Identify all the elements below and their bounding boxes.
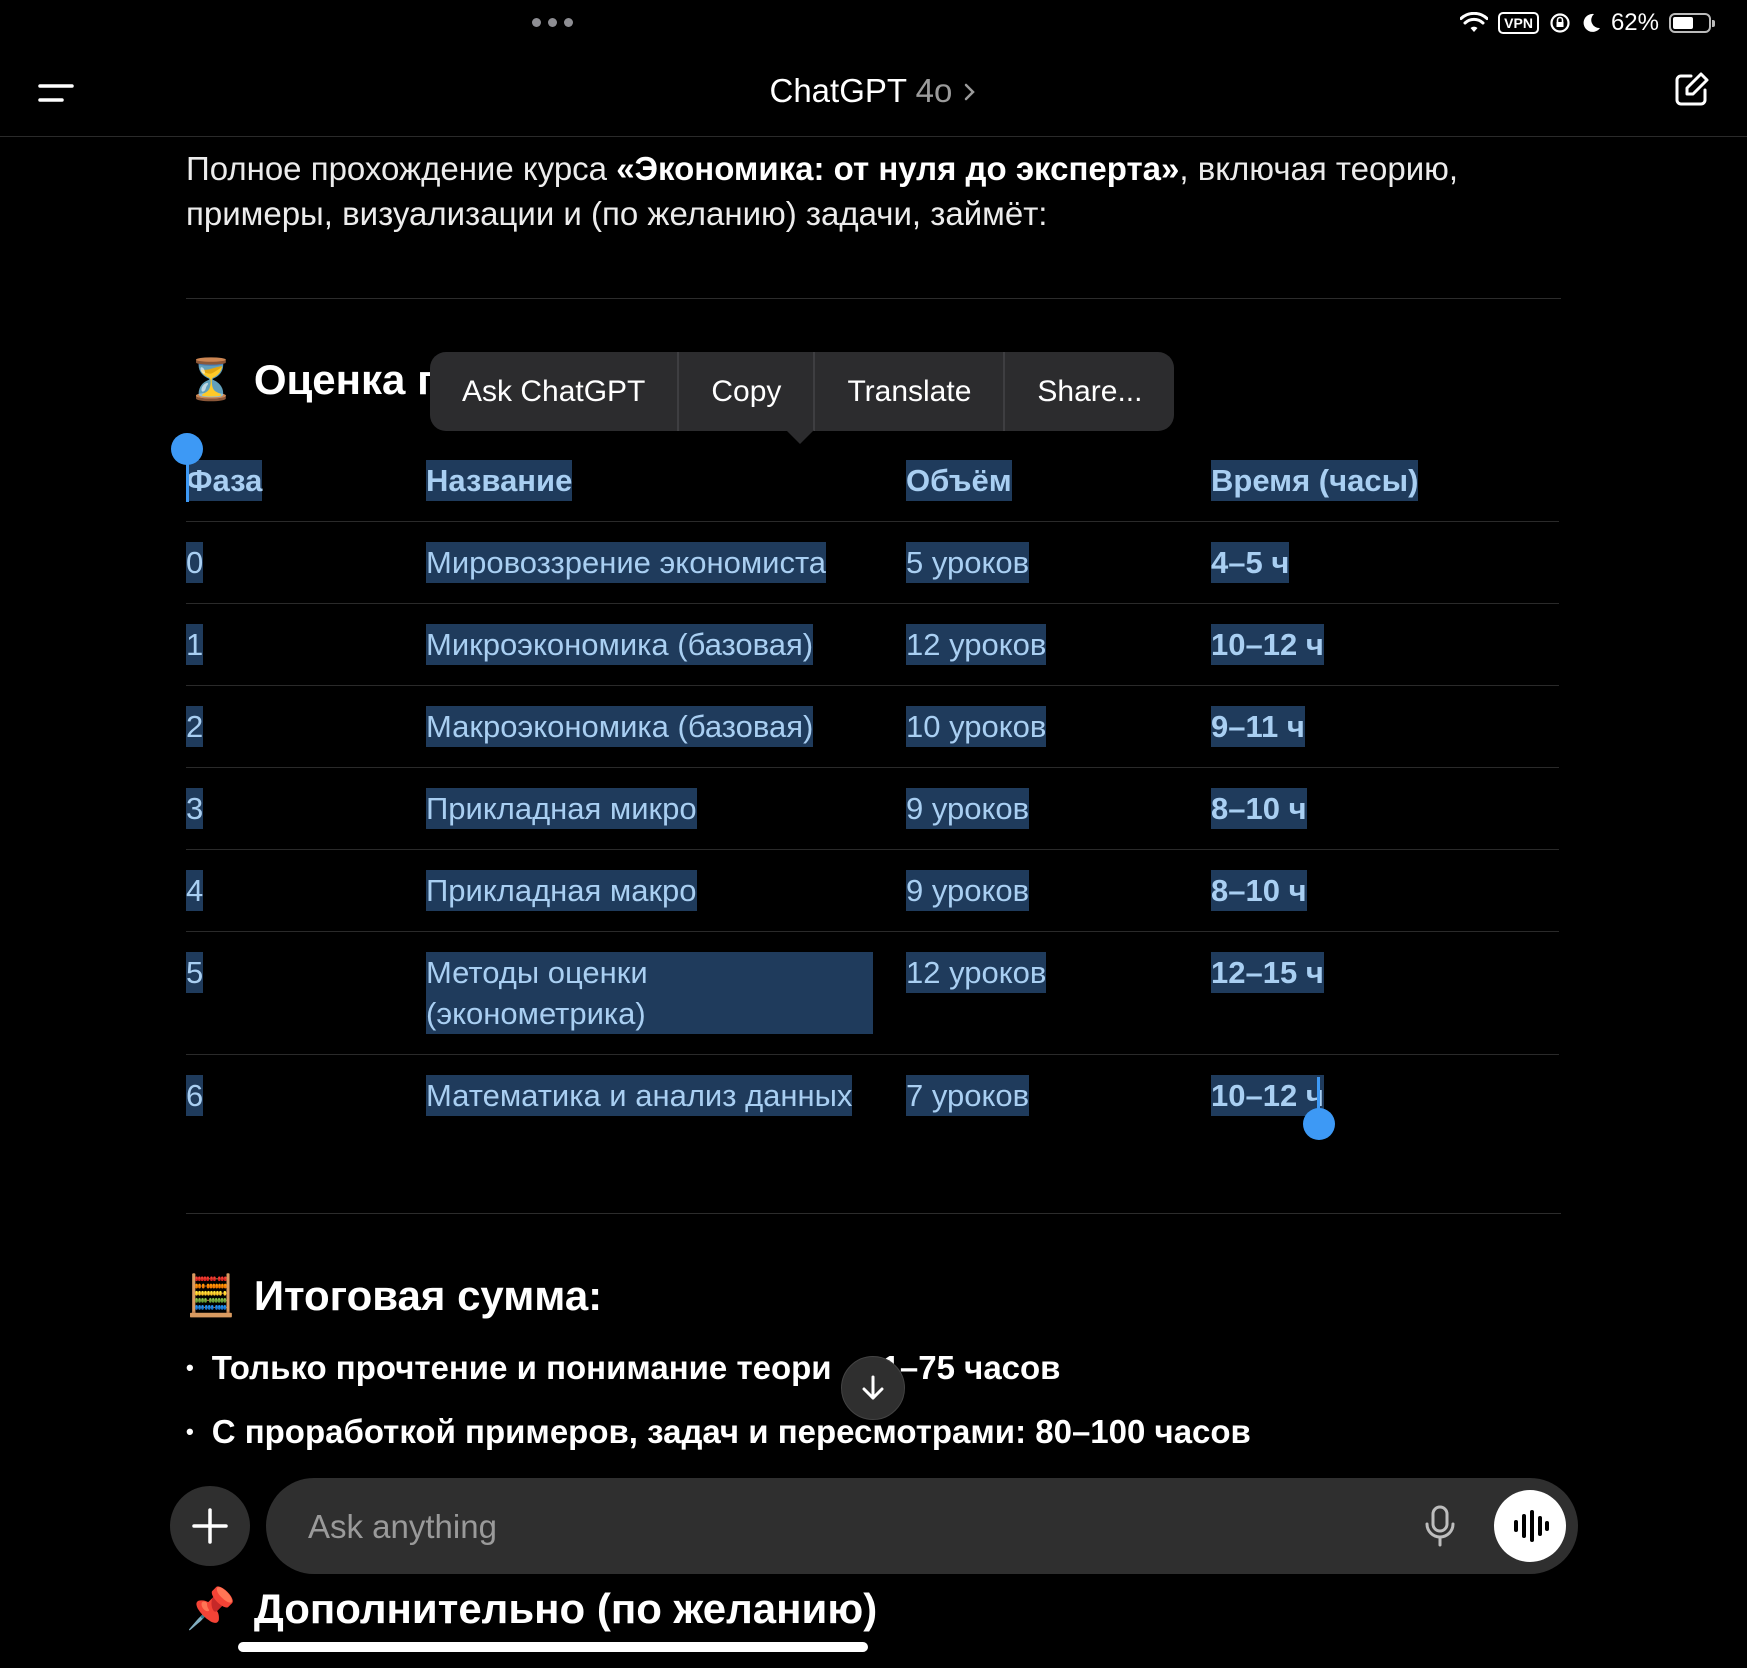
cell-volume[interactable]: 9 уроков <box>906 870 1030 911</box>
moon-icon <box>1583 13 1600 32</box>
scroll-down-button[interactable] <box>841 1356 905 1420</box>
estimate-table: Фаза Название Объём Время (часы) 0 Миров… <box>186 456 1559 1136</box>
table-row: 2 Макроэкономика (базовая) 10 уроков 9–1… <box>186 686 1559 768</box>
selection-start-caret <box>186 460 189 502</box>
vpn-badge: VPN <box>1498 12 1539 34</box>
cell-phase[interactable]: 1 <box>186 624 204 665</box>
menu-share[interactable]: Share... <box>1005 352 1174 431</box>
extra-heading-text: Дополнительно (по желанию) <box>253 1585 878 1632</box>
estimate-heading-text: Оценка г <box>253 356 435 403</box>
cell-volume[interactable]: 7 уроков <box>906 1075 1030 1116</box>
cell-volume[interactable]: 9 уроков <box>906 788 1030 829</box>
cell-phase[interactable]: 5 <box>186 952 204 993</box>
header-time[interactable]: Время (часы) <box>1211 460 1419 501</box>
chevron-right-icon <box>964 83 975 101</box>
table-row: 6 Математика и анализ данных 7 уроков 10… <box>186 1055 1559 1136</box>
table-row: 4 Прикладная макро 9 уроков 8–10 ч <box>186 850 1559 932</box>
cell-phase[interactable]: 6 <box>186 1075 204 1116</box>
list-item: • С проработкой примеров, задач и пересм… <box>186 1413 1251 1450</box>
microphone-icon[interactable] <box>1416 1502 1464 1550</box>
cell-name[interactable]: Математика и анализ данных <box>426 1075 853 1116</box>
cell-phase[interactable]: 2 <box>186 706 204 747</box>
table-header-row: Фаза Название Объём Время (часы) <box>186 456 1559 522</box>
menu-copy[interactable]: Copy <box>679 352 816 431</box>
table-row: 1 Микроэкономика (базовая) 12 уроков 10–… <box>186 604 1559 686</box>
new-chat-edit-icon[interactable] <box>1671 70 1711 110</box>
cell-time[interactable]: 4–5 ч <box>1211 542 1290 583</box>
list-item-text: С проработкой примеров, задач и пересмот… <box>211 1413 1251 1450</box>
table-row: 0 Мировоззрение экономиста 5 уроков 4–5 … <box>186 522 1559 604</box>
model-name: 4o <box>915 72 953 109</box>
attach-button[interactable] <box>170 1486 250 1566</box>
cell-phase[interactable]: 0 <box>186 542 204 583</box>
text-selection-menu: Ask ChatGPT Copy Translate Share... <box>430 352 1175 431</box>
cell-name[interactable]: Прикладная макро <box>426 870 697 911</box>
header-volume[interactable]: Объём <box>906 460 1012 501</box>
cell-name[interactable]: Микроэкономика (базовая) <box>426 624 814 665</box>
model-selector[interactable]: ChatGPT 4o <box>0 72 1747 110</box>
battery-percent: 62% <box>1610 9 1659 36</box>
abacus-icon: 🧮 <box>186 1274 236 1318</box>
cell-phase[interactable]: 3 <box>186 788 204 829</box>
menu-translate[interactable]: Translate <box>815 352 1006 431</box>
message-input[interactable] <box>306 1478 1310 1576</box>
cell-time[interactable]: 8–10 ч <box>1211 870 1307 911</box>
plus-icon <box>192 1508 228 1544</box>
composer <box>266 1478 1578 1576</box>
app-title: ChatGPT <box>769 72 907 109</box>
cell-name[interactable]: Методы оценки (эконометрика) <box>426 952 873 1034</box>
course-name: «Экономика: от нуля до эксперта» <box>616 150 1180 187</box>
cell-time[interactable]: 12–15 ч <box>1211 952 1324 993</box>
total-heading-text: Итоговая сумма: <box>253 1272 603 1319</box>
table-row: 3 Прикладная микро 9 уроков 8–10 ч <box>186 768 1559 850</box>
header: ChatGPT 4o <box>0 48 1747 137</box>
intro-prefix: Полное прохождение курса <box>186 150 617 187</box>
pushpin-icon: 📌 <box>186 1587 236 1631</box>
arrow-down-icon <box>862 1375 884 1400</box>
cell-name[interactable]: Макроэкономика (базовая) <box>426 706 814 747</box>
rotation-lock-icon <box>1550 13 1570 33</box>
cell-time[interactable]: 10–12 ч <box>1211 624 1324 665</box>
extra-heading: 📌 Дополнительно (по желанию) <box>186 1585 877 1633</box>
list-item-text: Только прочтение и понимание теори 1–75 ч… <box>211 1349 1061 1386</box>
waveform-icon <box>1514 1510 1549 1542</box>
voice-mode-button[interactable] <box>1494 1490 1566 1562</box>
cell-volume[interactable]: 12 уроков <box>906 624 1047 665</box>
cell-volume[interactable]: 5 уроков <box>906 542 1030 583</box>
status-bar: VPN 62% <box>1460 8 1715 38</box>
divider <box>186 1213 1561 1214</box>
cell-name[interactable]: Прикладная микро <box>426 788 697 829</box>
total-list: • Только прочтение и понимание теори 1–75… <box>186 1349 1251 1477</box>
cell-time[interactable]: 10–12 ч <box>1211 1075 1324 1116</box>
list-item: • Только прочтение и понимание теори 1–75… <box>186 1349 1061 1386</box>
estimate-heading: ⏳ Оценка г <box>186 356 435 404</box>
cell-time[interactable]: 8–10 ч <box>1211 788 1307 829</box>
cell-phase[interactable]: 4 <box>186 870 204 911</box>
selection-end-handle[interactable] <box>1303 1108 1335 1140</box>
menu-pointer <box>786 430 814 444</box>
cell-name[interactable]: Мировоззрение экономиста <box>426 542 827 583</box>
menu-ask-chatgpt[interactable]: Ask ChatGPT <box>430 352 680 431</box>
header-phase[interactable]: Фаза <box>186 460 263 501</box>
table-row: 5 Методы оценки (эконометрика) 12 уроков… <box>186 932 1559 1055</box>
intro-paragraph: Полное прохождение курса «Экономика: от … <box>186 146 1566 236</box>
wifi-icon <box>1460 12 1489 32</box>
home-indicator[interactable] <box>238 1642 868 1652</box>
divider <box>186 298 1561 299</box>
cell-time[interactable]: 9–11 ч <box>1211 706 1305 747</box>
cell-volume[interactable]: 10 уроков <box>906 706 1047 747</box>
cell-volume[interactable]: 12 уроков <box>906 952 1047 993</box>
multitasking-dots[interactable] <box>532 18 573 27</box>
battery-icon <box>1669 13 1715 33</box>
hourglass-icon: ⏳ <box>186 358 236 402</box>
total-heading: 🧮 Итоговая сумма: <box>186 1272 602 1320</box>
header-name[interactable]: Название <box>426 460 573 501</box>
